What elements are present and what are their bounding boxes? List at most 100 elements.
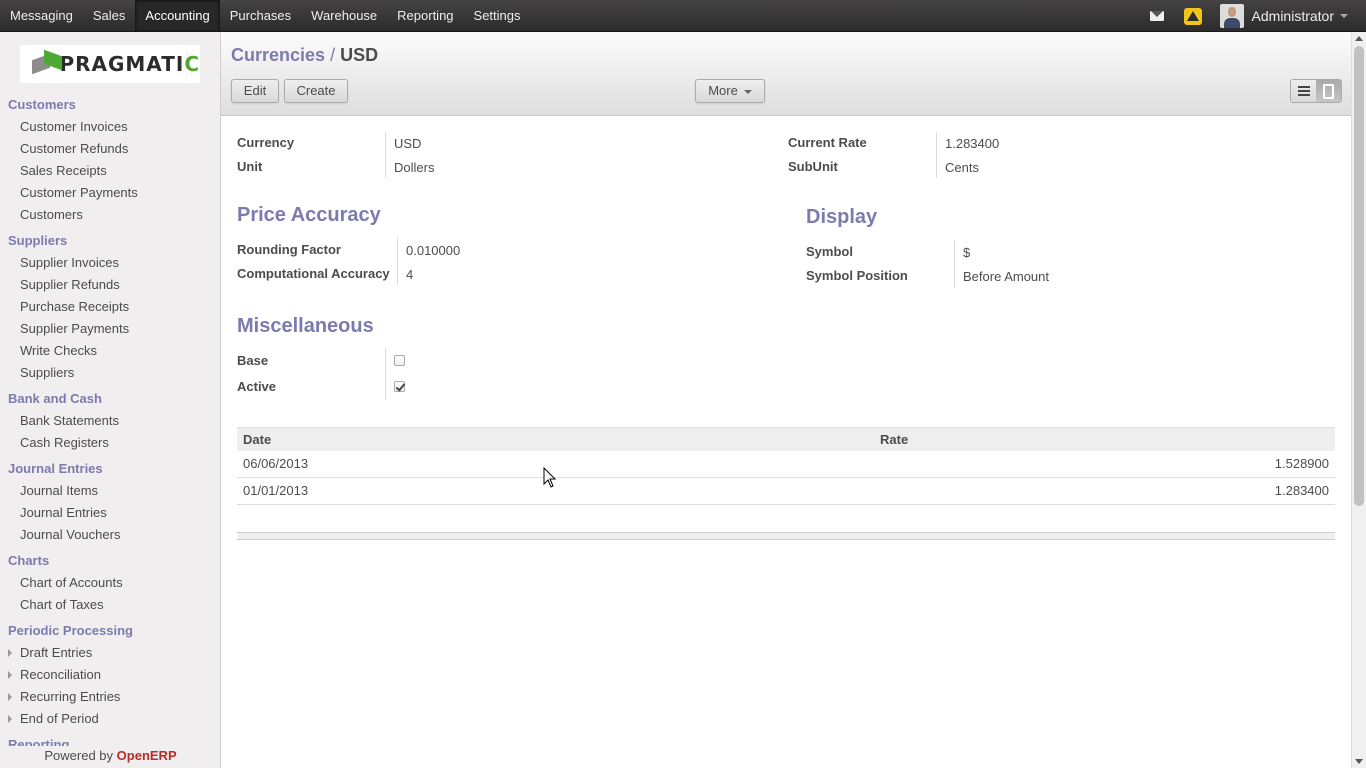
breadcrumb-separator: / (330, 45, 336, 65)
create-button[interactable]: Create (284, 79, 348, 103)
form-sheet: Currency USD Unit Dollers Current Rate 1… (221, 116, 1351, 768)
price-accuracy-title: Price Accuracy (237, 204, 381, 226)
sidebar-item-journal-items[interactable]: Journal Items (0, 484, 220, 506)
sidebar-item-supplier-payments[interactable]: Supplier Payments (0, 322, 220, 344)
currency-value[interactable]: USD (394, 136, 421, 151)
chevron-down-icon (743, 89, 752, 94)
unit-value[interactable]: Dollers (394, 160, 434, 175)
rounding-factor-label: Rounding Factor (237, 242, 341, 257)
subunit-value[interactable]: Cents (945, 160, 979, 175)
sidebar-item-customer-payments[interactable]: Customer Payments (0, 186, 220, 208)
section-bank-and-cash: Bank and Cash (8, 391, 102, 406)
unit-label: Unit (237, 159, 263, 174)
current-rate-value[interactable]: 1.283400 (945, 136, 999, 151)
active-checkbox[interactable] (394, 381, 405, 392)
column-date[interactable]: Date (237, 428, 874, 451)
miscellaneous-title: Miscellaneous (237, 315, 374, 337)
computational-accuracy-label: Computational Accuracy (237, 266, 390, 281)
list-view-button[interactable] (1291, 80, 1316, 102)
edit-button[interactable]: Edit (231, 79, 279, 103)
sidebar-item-customer-invoices[interactable]: Customer Invoices (0, 120, 220, 142)
logo-text: PRAGMATIC (59, 52, 200, 76)
page-scrollbar[interactable] (1351, 32, 1366, 768)
sidebar-item-customers[interactable]: Customers (0, 208, 220, 230)
rates-table: Date Rate 06/06/2013 1.528900 01/01/2013… (237, 427, 1335, 505)
sidebar-menu: Customers Customer Invoices Customer Ref… (0, 97, 220, 760)
sidebar-item-draft-entries[interactable]: Draft Entries (0, 646, 220, 668)
sidebar-item-chart-of-accounts[interactable]: Chart of Accounts (0, 576, 220, 598)
sidebar-item-chart-of-taxes[interactable]: Chart of Taxes (0, 598, 220, 620)
breadcrumb: Currencies / USD (231, 45, 378, 66)
expand-arrow-icon[interactable] (8, 693, 12, 701)
sidebar-item-journal-vouchers[interactable]: Journal Vouchers (0, 528, 220, 550)
expand-arrow-icon[interactable] (8, 715, 12, 723)
scroll-thumb[interactable] (1354, 46, 1364, 506)
active-label: Active (237, 379, 277, 394)
company-logo[interactable]: PRAGMATIC (20, 45, 200, 83)
table-footer (237, 532, 1335, 540)
sidebar-item-sales-receipts[interactable]: Sales Receipts (0, 164, 220, 186)
expand-arrow-icon[interactable] (8, 649, 12, 657)
sidebar-item-bank-statements[interactable]: Bank Statements (0, 414, 220, 436)
sidebar-item-supplier-invoices[interactable]: Supplier Invoices (0, 256, 220, 278)
form-view-button[interactable] (1316, 80, 1341, 102)
section-customers: Customers (8, 97, 76, 112)
menu-warehouse[interactable]: Warehouse (301, 0, 387, 32)
section-periodic-processing: Periodic Processing (8, 623, 133, 638)
rounding-factor-value[interactable]: 0.010000 (406, 243, 460, 258)
menu-messaging[interactable]: Messaging (0, 0, 83, 32)
display-title: Display (806, 206, 878, 228)
menu-purchases[interactable]: Purchases (220, 0, 301, 32)
symbol-position-label: Symbol Position (806, 268, 908, 283)
symbol-value[interactable]: $ (963, 245, 970, 260)
expand-arrow-icon[interactable] (8, 671, 12, 679)
scroll-up-arrow-icon[interactable] (1355, 36, 1363, 41)
sidebar-item-supplier-refunds[interactable]: Supplier Refunds (0, 278, 220, 300)
row-rate: 1.528900 (1274, 456, 1329, 471)
section-journal-entries: Journal Entries (8, 461, 103, 476)
menu-accounting[interactable]: Accounting (135, 0, 220, 32)
more-button[interactable]: More (695, 79, 765, 103)
menu-sales[interactable]: Sales (83, 0, 136, 32)
table-header: Date Rate (237, 427, 1335, 451)
table-row[interactable]: 01/01/2013 1.283400 (237, 478, 1335, 505)
sidebar-item-reconciliation[interactable]: Reconciliation (0, 668, 220, 690)
scroll-down-arrow-icon[interactable] (1355, 759, 1363, 764)
currency-label: Currency (237, 135, 295, 150)
sidebar-item-end-of-period[interactable]: End of Period (0, 712, 220, 734)
base-checkbox[interactable] (394, 355, 405, 366)
computational-accuracy-value[interactable]: 4 (406, 267, 413, 282)
sidebar-item-journal-entries[interactable]: Journal Entries (0, 506, 220, 528)
chevron-down-icon[interactable] (1340, 14, 1348, 18)
mouse-cursor-icon (543, 467, 557, 488)
mail-icon[interactable] (1149, 11, 1164, 21)
row-rate: 1.283400 (1274, 483, 1329, 498)
symbol-position-value[interactable]: Before Amount (963, 269, 1049, 284)
table-row[interactable]: 06/06/2013 1.528900 (237, 451, 1335, 478)
avatar[interactable] (1219, 4, 1244, 28)
section-suppliers: Suppliers (8, 233, 68, 248)
openerp-link[interactable]: OpenERP (117, 748, 177, 763)
powered-by-label: Powered by (44, 748, 114, 763)
breadcrumb-currencies[interactable]: Currencies (231, 45, 325, 65)
sidebar-item-purchase-receipts[interactable]: Purchase Receipts (0, 300, 220, 322)
breadcrumb-current: USD (340, 45, 379, 65)
form-icon (1323, 83, 1334, 99)
warning-icon[interactable] (1183, 7, 1202, 25)
user-area: Administrator (1149, 0, 1366, 32)
column-rate[interactable]: Rate (874, 428, 1335, 451)
sidebar-item-suppliers[interactable]: Suppliers (0, 366, 220, 388)
sidebar-item-customer-refunds[interactable]: Customer Refunds (0, 142, 220, 164)
section-charts: Charts (8, 553, 50, 568)
user-name[interactable]: Administrator (1252, 8, 1334, 24)
top-menu: Messaging Sales Accounting Purchases War… (0, 0, 531, 32)
base-label: Base (237, 353, 269, 368)
view-switcher (1290, 79, 1342, 103)
sidebar-item-cash-registers[interactable]: Cash Registers (0, 436, 220, 458)
menu-reporting[interactable]: Reporting (387, 0, 463, 32)
sidebar: PRAGMATIC Customers Customer Invoices Cu… (0, 32, 221, 768)
sidebar-item-write-checks[interactable]: Write Checks (0, 344, 220, 366)
top-navbar: Messaging Sales Accounting Purchases War… (0, 0, 1366, 32)
sidebar-item-recurring-entries[interactable]: Recurring Entries (0, 690, 220, 712)
menu-settings[interactable]: Settings (464, 0, 531, 32)
